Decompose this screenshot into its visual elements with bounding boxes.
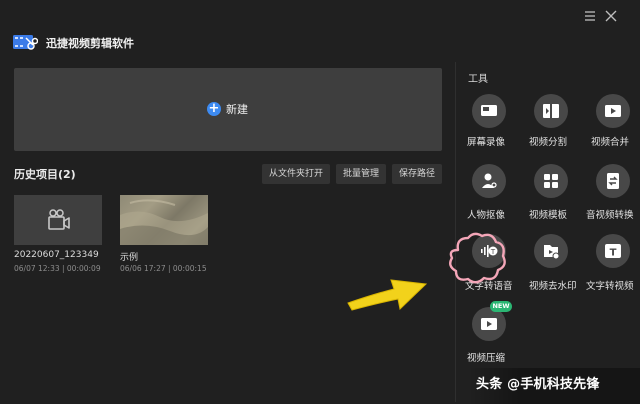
save-path-button[interactable]: 保存路径 <box>392 164 442 184</box>
project-name-2: 示例 <box>120 253 139 263</box>
tool-label-text-to-video[interactable]: 文字转视频 <box>586 278 634 292</box>
watermark-text: 头条 @手机科技先锋 <box>476 377 600 392</box>
new-project-button[interactable]: + 新建 <box>14 68 442 151</box>
new-project-label: 新建 <box>226 103 248 116</box>
film-scissors-logo-icon <box>13 35 38 50</box>
history-title: 历史项目(2) <box>14 168 76 181</box>
video-split-icon[interactable] <box>534 94 568 128</box>
tools-title: 工具 <box>468 74 488 85</box>
video-camera-icon <box>48 209 70 230</box>
video-merge-icon[interactable] <box>596 94 630 128</box>
tool-label-screen-record[interactable]: 屏幕录像 <box>467 134 505 148</box>
screen-record-icon[interactable] <box>472 94 506 128</box>
tool-label-person-cutout[interactable]: 人物抠像 <box>467 207 505 221</box>
plus-circle-icon: + <box>207 101 221 116</box>
tool-label-remove-watermark[interactable]: 视频去水印 <box>529 278 577 292</box>
text-to-video-icon[interactable]: T <box>596 234 630 268</box>
app-title: 迅捷视频剪辑软件 <box>46 37 134 50</box>
remove-watermark-icon[interactable] <box>534 234 568 268</box>
hamburger-menu-icon[interactable] <box>582 8 598 24</box>
svg-text:T: T <box>610 248 617 259</box>
project-thumbnail-2[interactable] <box>120 195 208 245</box>
video-compress-icon[interactable] <box>472 307 506 341</box>
yellow-arrow-icon <box>347 279 428 311</box>
project-thumbnail-1[interactable] <box>14 195 102 245</box>
batch-manage-button[interactable]: 批量管理 <box>336 164 386 184</box>
new-badge: NEW <box>490 301 512 312</box>
project-name-1: 20220607_123349 <box>14 250 99 260</box>
person-cutout-icon[interactable] <box>472 164 506 198</box>
sand-dunes-thumbnail <box>120 199 208 245</box>
project-meta-1: 06/07 12:33 | 00:00:09 <box>14 264 101 273</box>
tool-label-video-template[interactable]: 视频模板 <box>529 207 567 221</box>
video-template-icon[interactable] <box>534 164 568 198</box>
tool-label-av-convert[interactable]: 音视频转换 <box>586 207 634 221</box>
project-meta-2: 06/06 17:27 | 00:00:15 <box>120 264 207 273</box>
pink-cloud-highlight <box>449 232 506 284</box>
av-convert-icon[interactable] <box>596 164 630 198</box>
open-from-folder-button[interactable]: 从文件夹打开 <box>262 164 330 184</box>
tool-label-video-compress[interactable]: 视频压缩 <box>467 350 505 364</box>
close-icon[interactable] <box>603 8 619 24</box>
tool-label-video-merge[interactable]: 视频合并 <box>591 134 629 148</box>
tool-label-video-split[interactable]: 视频分割 <box>529 134 567 148</box>
